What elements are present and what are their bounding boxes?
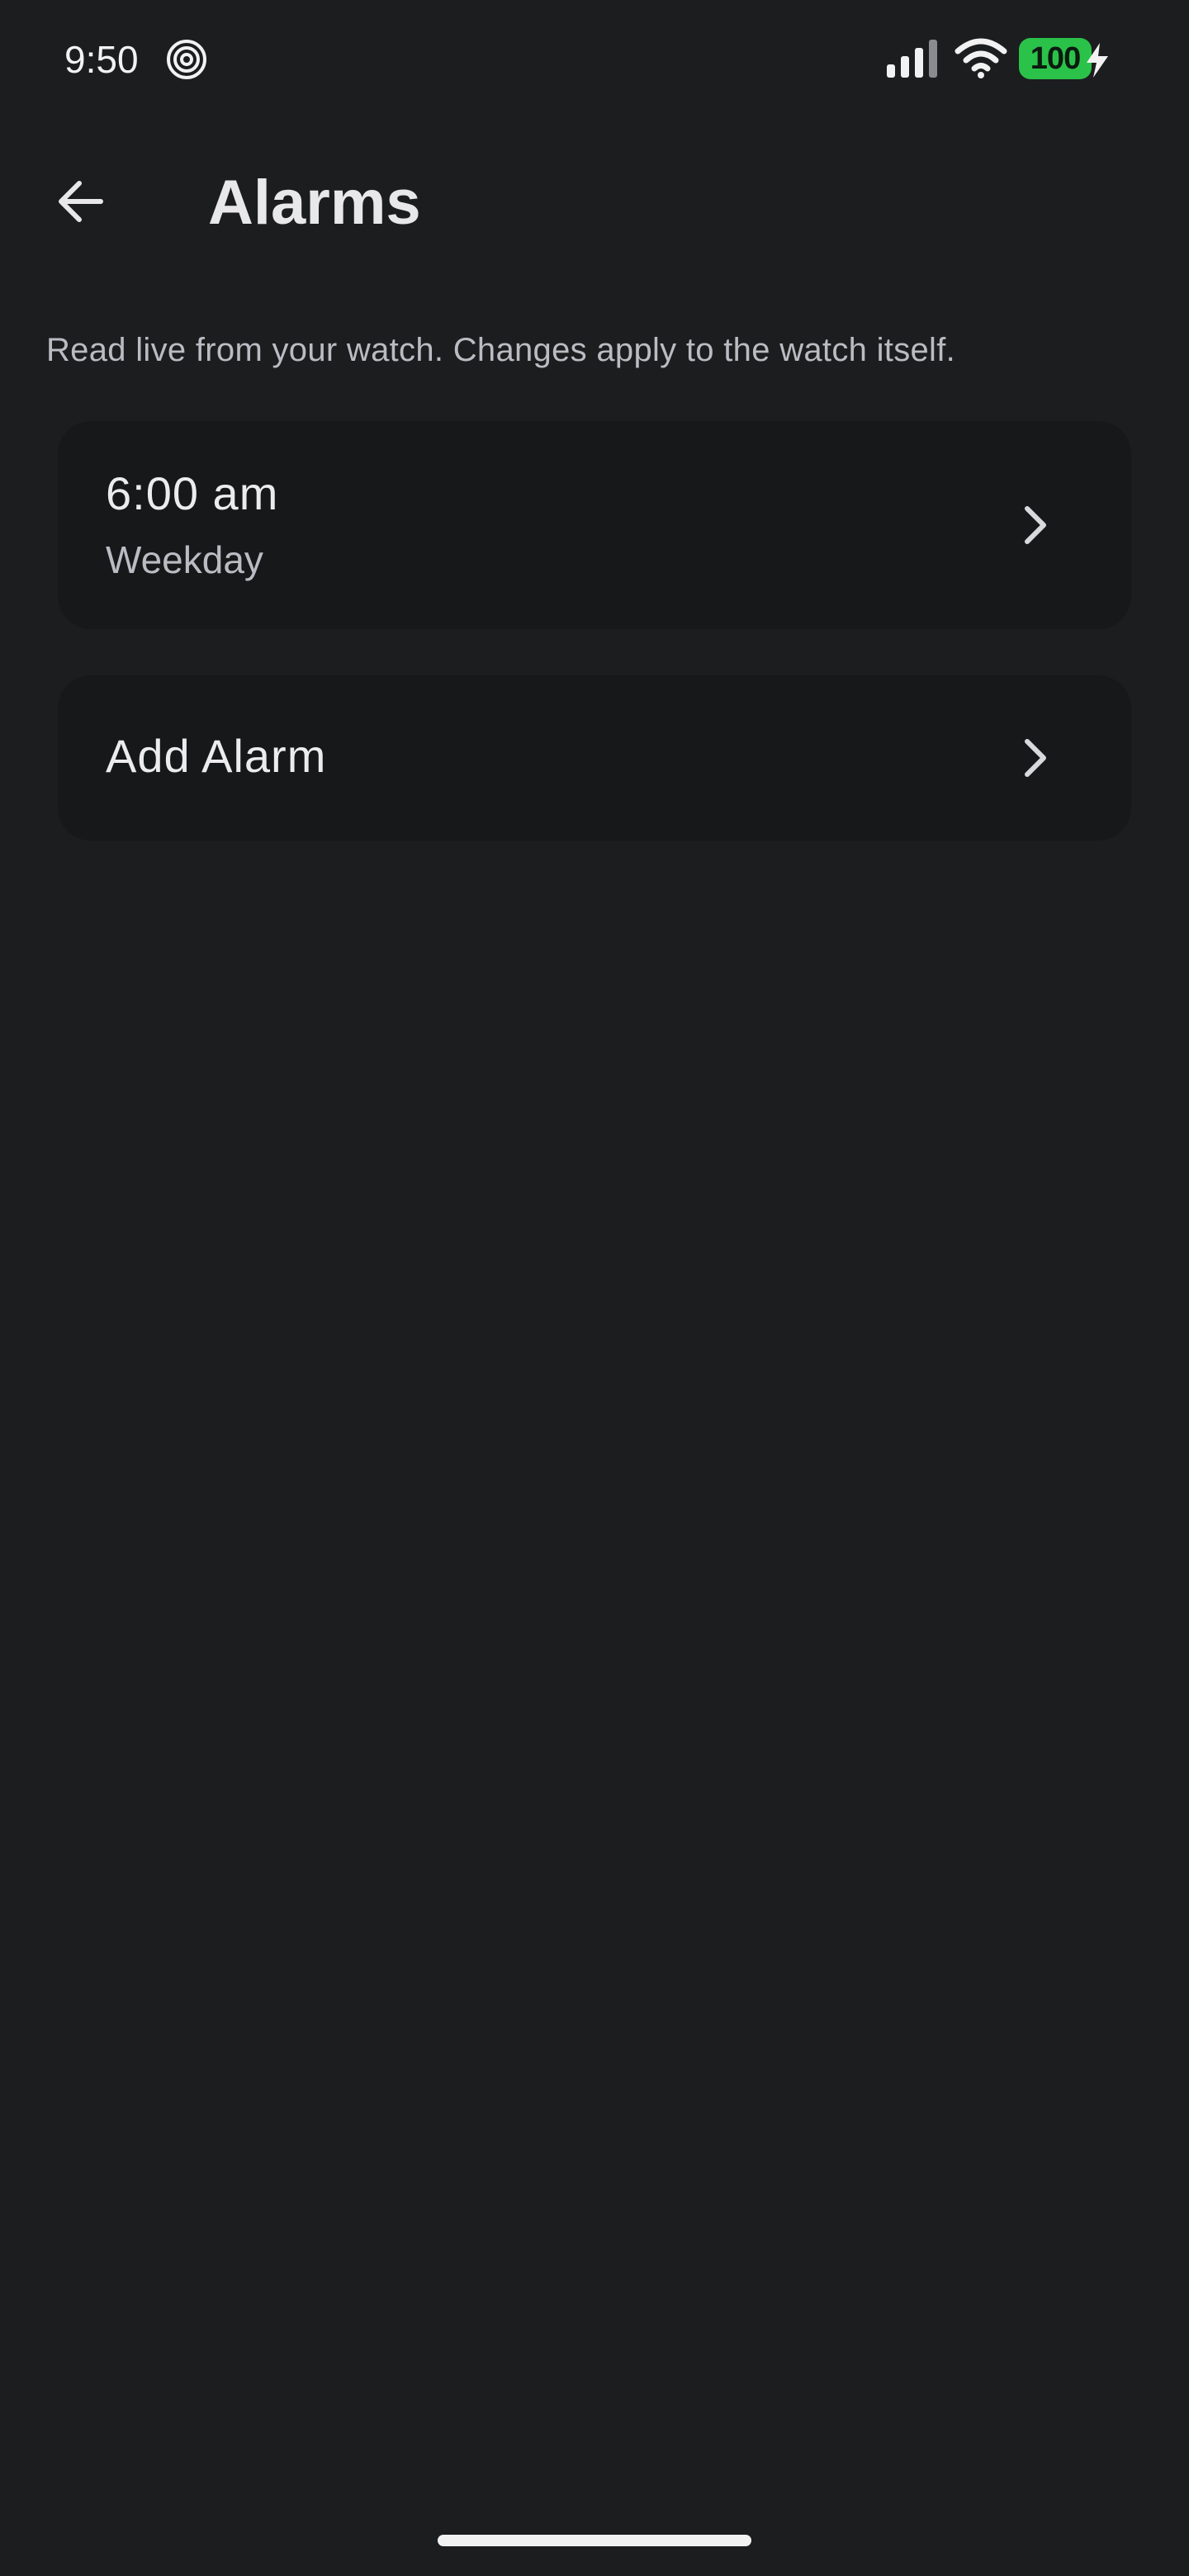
- page-title: Alarms: [208, 168, 421, 238]
- add-alarm-label: Add Alarm: [106, 730, 327, 782]
- status-time: 9:50: [64, 38, 139, 81]
- chevron-right-icon: [1025, 506, 1046, 544]
- home-indicator[interactable]: [438, 2535, 751, 2546]
- app-bar: Alarms: [0, 132, 1189, 271]
- signal-icon: [887, 40, 937, 78]
- chevron-right-icon: [1025, 739, 1046, 777]
- app-notification-icon: [167, 40, 206, 79]
- watch-sync-description: Read live from your watch. Changes apply…: [46, 332, 956, 368]
- alarm-card[interactable]: 6:00 am Weekday: [58, 421, 1131, 629]
- battery-icon: 100: [1019, 38, 1092, 79]
- wifi-icon: [955, 38, 1007, 78]
- alarm-time: 6:00 am: [106, 467, 279, 519]
- back-button[interactable]: [41, 162, 121, 241]
- status-bar: 9:50 100: [0, 0, 1189, 116]
- alarms-screen: 9:50 100 Alarms Read live from your watc…: [0, 0, 1189, 2576]
- add-alarm-button[interactable]: Add Alarm: [58, 675, 1131, 841]
- arrow-left-icon: [59, 181, 103, 222]
- charging-icon: [1087, 43, 1108, 78]
- alarm-repeat-label: Weekday: [106, 538, 263, 581]
